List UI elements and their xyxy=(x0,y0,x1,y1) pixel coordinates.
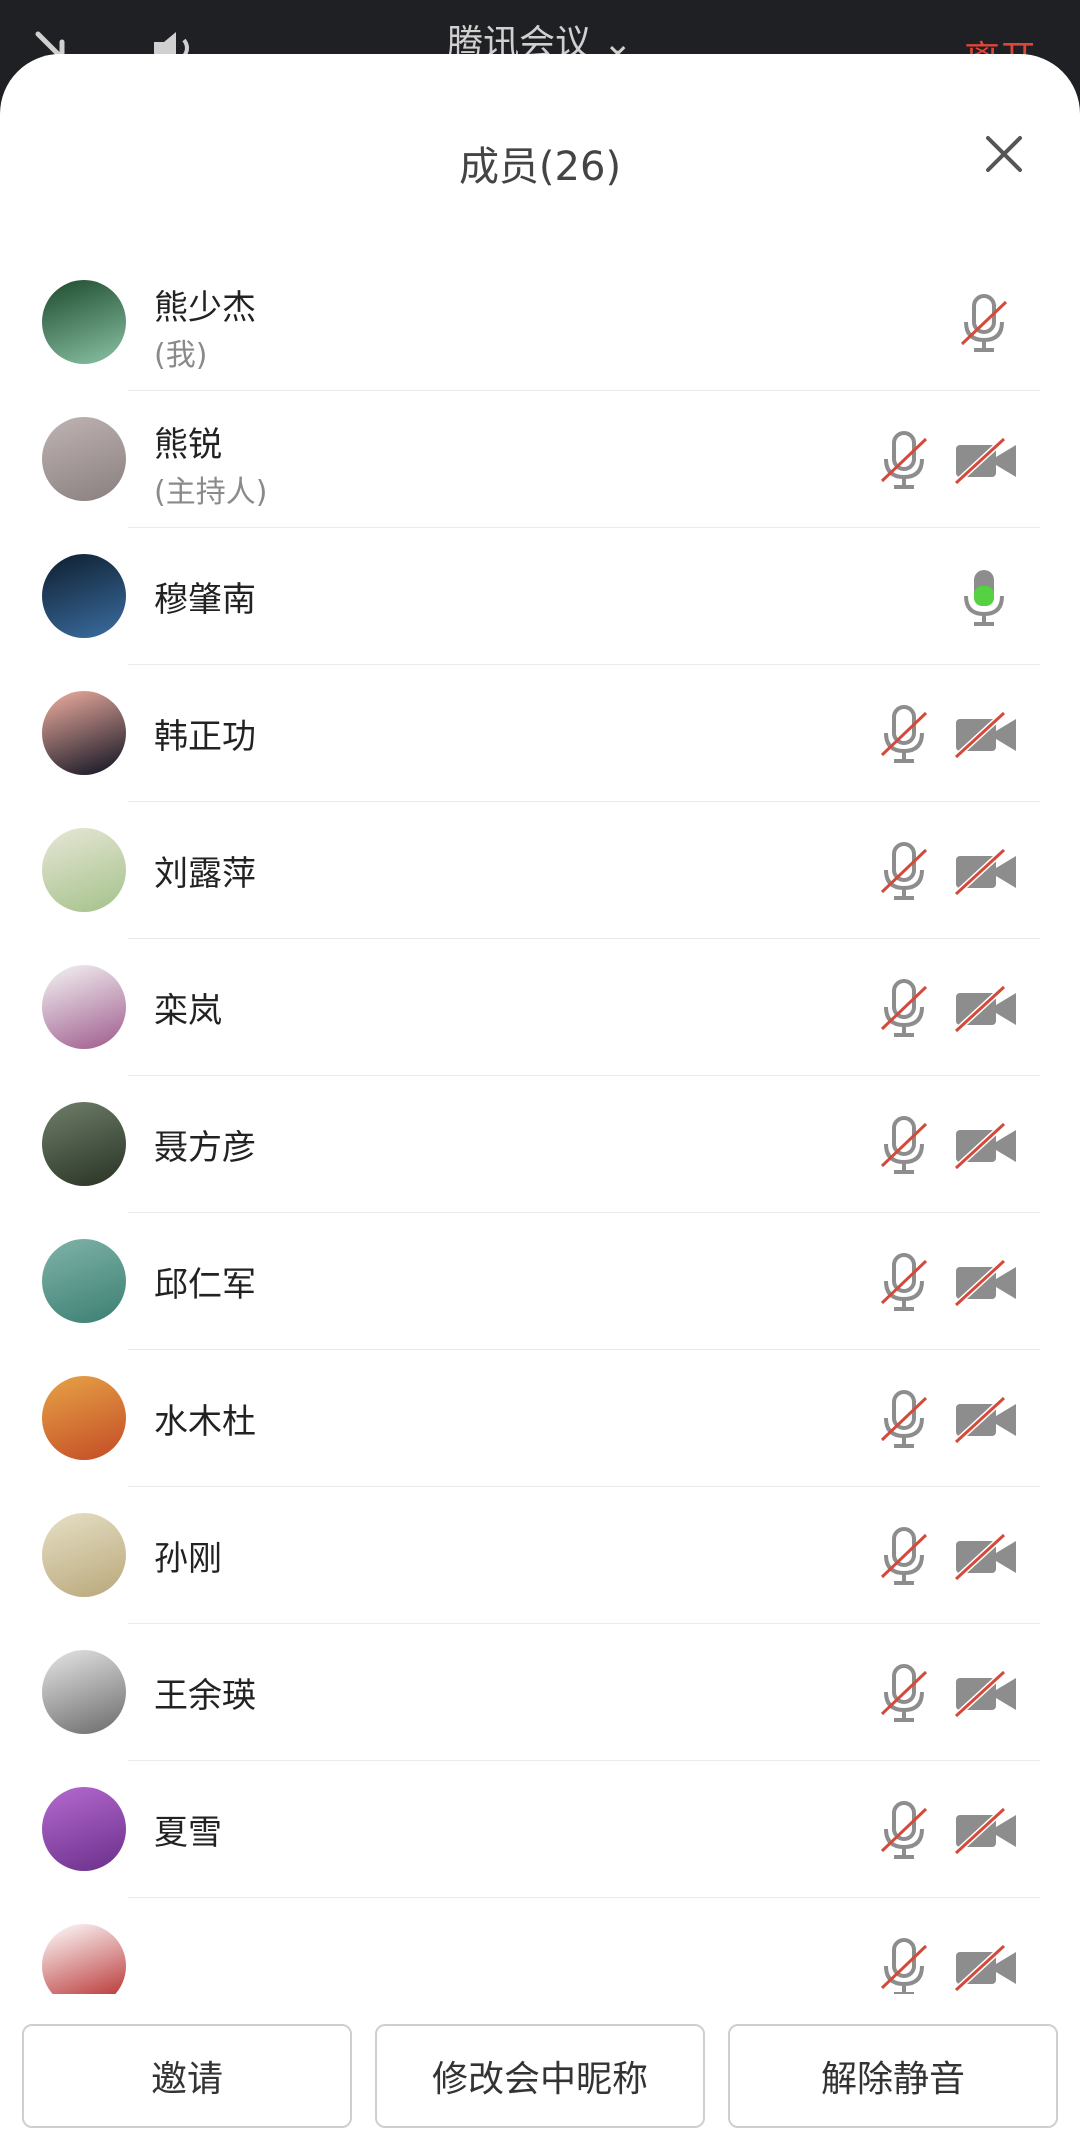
camera-off-icon[interactable] xyxy=(954,985,1018,1033)
members-title: 成员(26) xyxy=(458,144,622,190)
member-name: 水木杜 xyxy=(154,1402,256,1442)
camera-off-icon[interactable] xyxy=(954,1807,1018,1855)
rename-button[interactable]: 修改会中昵称 xyxy=(375,2024,705,2128)
member-row[interactable]: 孙刚 xyxy=(0,1487,1080,1624)
member-name: 栾岚 xyxy=(154,991,222,1031)
member-name: 熊少杰 xyxy=(154,288,256,328)
avatar xyxy=(42,417,126,501)
member-name: 王余瑛 xyxy=(154,1676,256,1716)
sheet-header: 成员(26) xyxy=(0,54,1080,254)
unmute-button[interactable]: 解除静音 xyxy=(728,2024,1058,2128)
footer-actions: 邀请 修改会中昵称 解除静音 xyxy=(0,1994,1080,2136)
mic-muted-icon[interactable] xyxy=(878,431,930,491)
member-list[interactable]: 熊少杰 (我) 熊锐 (主持人) 穆肇南韩正功刘露萍栾岚聂方彦邱仁军水木杜孙刚王余瑛夏雪 xyxy=(0,254,1080,1994)
avatar xyxy=(42,280,126,364)
mic-muted-icon[interactable] xyxy=(878,1116,930,1176)
mic-muted-icon[interactable] xyxy=(878,705,930,765)
member-name: 夏雪 xyxy=(154,1813,222,1853)
camera-off-icon[interactable] xyxy=(954,1259,1018,1307)
camera-off-icon[interactable] xyxy=(954,1944,1018,1992)
camera-off-icon[interactable] xyxy=(954,437,1018,485)
member-name: 聂方彦 xyxy=(154,1128,256,1168)
mic-active-icon[interactable] xyxy=(958,568,1010,628)
member-role: (主持人) xyxy=(154,475,268,510)
mic-muted-icon[interactable] xyxy=(878,1938,930,1994)
mic-muted-icon[interactable] xyxy=(878,842,930,902)
member-name: 熊锐 xyxy=(154,425,222,465)
member-row[interactable]: 熊锐 (主持人) xyxy=(0,391,1080,528)
mic-muted-icon[interactable] xyxy=(878,1664,930,1724)
avatar xyxy=(42,1239,126,1323)
camera-off-icon[interactable] xyxy=(954,848,1018,896)
camera-off-icon[interactable] xyxy=(954,711,1018,759)
avatar xyxy=(42,691,126,775)
avatar xyxy=(42,1376,126,1460)
avatar xyxy=(42,554,126,638)
camera-off-icon[interactable] xyxy=(954,1670,1018,1718)
camera-off-icon[interactable] xyxy=(954,1533,1018,1581)
member-row[interactable] xyxy=(0,1898,1080,1994)
member-row[interactable]: 韩正功 xyxy=(0,665,1080,802)
avatar xyxy=(42,965,126,1049)
mic-muted-icon[interactable] xyxy=(878,1253,930,1313)
member-name: 刘露萍 xyxy=(154,854,256,894)
member-row[interactable]: 水木杜 xyxy=(0,1350,1080,1487)
avatar xyxy=(42,1513,126,1597)
member-row[interactable]: 熊少杰 (我) xyxy=(0,254,1080,391)
member-name: 孙刚 xyxy=(154,1539,222,1579)
camera-off-icon[interactable] xyxy=(954,1396,1018,1444)
avatar xyxy=(42,1787,126,1871)
member-row[interactable]: 穆肇南 xyxy=(0,528,1080,665)
member-role: (我) xyxy=(154,338,208,373)
mic-muted-icon[interactable] xyxy=(878,1390,930,1450)
member-name: 穆肇南 xyxy=(154,580,256,620)
mic-muted-icon[interactable] xyxy=(878,1801,930,1861)
mic-muted-icon[interactable] xyxy=(878,1527,930,1587)
member-name: 韩正功 xyxy=(154,717,256,757)
avatar xyxy=(42,828,126,912)
member-row[interactable]: 聂方彦 xyxy=(0,1076,1080,1213)
avatar xyxy=(42,1924,126,1994)
close-icon[interactable] xyxy=(982,132,1026,176)
invite-button[interactable]: 邀请 xyxy=(22,2024,352,2128)
member-row[interactable]: 刘露萍 xyxy=(0,802,1080,939)
avatar xyxy=(42,1102,126,1186)
member-row[interactable]: 栾岚 xyxy=(0,939,1080,1076)
member-name: 邱仁军 xyxy=(154,1265,256,1305)
members-sheet: 成员(26) 熊少杰 (我) 熊锐 (主持人) 穆肇南韩正功刘露萍栾岚聂方彦邱仁军水木杜… xyxy=(0,54,1080,2136)
camera-off-icon[interactable] xyxy=(954,1122,1018,1170)
member-row[interactable]: 王余瑛 xyxy=(0,1624,1080,1761)
mic-muted-icon[interactable] xyxy=(878,979,930,1039)
mic-muted-icon[interactable] xyxy=(958,294,1010,354)
member-row[interactable]: 邱仁军 xyxy=(0,1213,1080,1350)
member-row[interactable]: 夏雪 xyxy=(0,1761,1080,1898)
avatar xyxy=(42,1650,126,1734)
